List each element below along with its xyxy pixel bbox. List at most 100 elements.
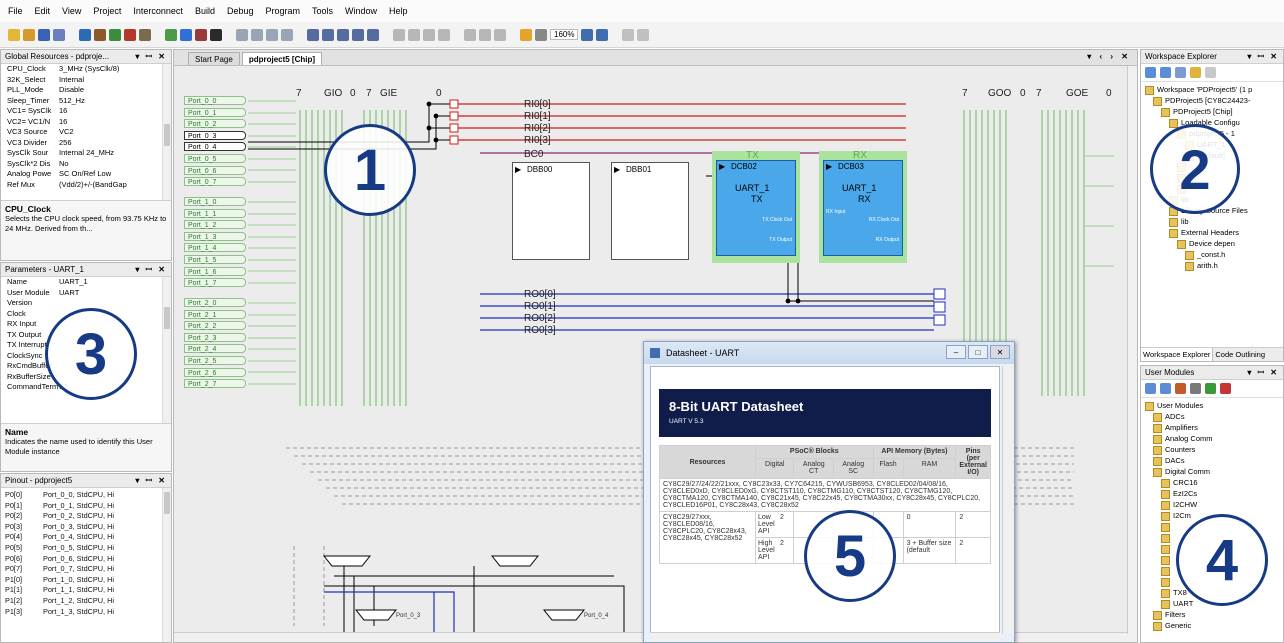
tree-item[interactable]: CRC16 [1145, 477, 1283, 488]
property-row[interactable]: CPU_Clock 3_MHz (SysClk/8) [1, 64, 171, 75]
port-label[interactable]: Port_2_5 [184, 356, 246, 365]
cut-icon[interactable] [79, 28, 91, 41]
pin-row[interactable]: P0[1] Port_0_1, StdCPU, Hi [1, 501, 171, 512]
property-row[interactable]: Analog Powe SC On/Ref Low [1, 169, 171, 180]
pin-row[interactable]: P1[0] Port_1_0, StdCPU, Hi [1, 575, 171, 586]
port-label[interactable]: Port_1_1 [184, 208, 246, 218]
port-label[interactable]: Port_1_3 [184, 231, 246, 241]
port-label[interactable]: Port_1_0 [184, 197, 246, 206]
comment-icon[interactable] [423, 28, 435, 41]
property-value[interactable]: 16 [59, 117, 171, 128]
tree-item[interactable]: PDProject5 [CY8C24423- [1145, 95, 1283, 106]
property-value[interactable]: 256 [59, 138, 171, 149]
minimize-icon[interactable]: – [946, 345, 966, 359]
tree-item[interactable]: lib [1145, 216, 1283, 227]
pin-row[interactable]: P0[4] Port_0_4, StdCPU, Hi [1, 532, 171, 543]
property-value[interactable]: 512_Hz [59, 96, 171, 107]
property-row[interactable]: User Module UART [1, 288, 171, 299]
menu-help[interactable]: Help [389, 6, 408, 16]
tree-item[interactable]: Filters [1145, 609, 1283, 620]
property-row[interactable]: Version [1, 298, 171, 309]
property-value[interactable]: (Vdd/2)+/-(BandGap [59, 180, 171, 191]
menu-window[interactable]: Window [345, 6, 377, 16]
halt-icon[interactable] [322, 28, 334, 41]
menu-view[interactable]: View [62, 6, 81, 16]
filter-icon[interactable] [1175, 383, 1186, 394]
panel-controls-icon[interactable]: ▾ ꟷ ✕ [1247, 51, 1279, 62]
port-label[interactable]: Port_1_7 [184, 278, 246, 288]
menu-file[interactable]: File [8, 6, 23, 16]
tree-item[interactable]: Workspace 'PDProject5' (1 p [1145, 84, 1283, 95]
bookmark-icon[interactable] [464, 28, 476, 41]
scrollbar[interactable] [162, 64, 171, 214]
port-label[interactable]: Port_2_1 [184, 309, 246, 319]
property-value[interactable]: 3_MHz (SysClk/8) [59, 64, 171, 75]
tree-item[interactable]: PDProject5 [Chip] [1145, 106, 1283, 117]
pin-row[interactable]: P1[2] Port_1_2, StdCPU, Hi [1, 596, 171, 607]
place-icon[interactable] [251, 28, 263, 41]
port-label[interactable]: Port_1_4 [184, 243, 246, 253]
property-row[interactable]: VC1= SysClk 16 [1, 106, 171, 117]
chip-view-icon[interactable] [520, 28, 532, 41]
pin-row[interactable]: P0[7] Port_0_7, StdCPU, Hi [1, 564, 171, 575]
place-icon[interactable] [1145, 383, 1156, 394]
port-label[interactable]: Port_2_7 [184, 379, 246, 389]
property-row[interactable]: Ref Mux (Vdd/2)+/-(BandGap [1, 180, 171, 191]
port-label[interactable]: Port_0_7 [184, 177, 246, 187]
port-label[interactable]: Port_0_0 [184, 96, 246, 105]
scrollbar[interactable] [162, 277, 171, 425]
menu-edit[interactable]: Edit [35, 6, 51, 16]
property-value[interactable]: Internal 24_MHz [59, 148, 171, 159]
property-value[interactable]: 16 [59, 106, 171, 117]
property-value[interactable] [59, 298, 171, 309]
port-label[interactable]: Port_0_1 [184, 107, 246, 117]
paste-icon[interactable] [109, 28, 121, 41]
replace-icon[interactable] [494, 28, 506, 41]
property-row[interactable]: SysClk Sour Internal 24_MHz [1, 148, 171, 159]
tree-item[interactable]: Device depen [1145, 238, 1283, 249]
pin-row[interactable]: P0[3] Port_0_3, StdCPU, Hi [1, 522, 171, 533]
port-label[interactable]: Port_0_4 [184, 142, 246, 152]
rotate-icon[interactable] [281, 28, 293, 41]
add-icon[interactable] [1160, 383, 1171, 394]
tab-start-page[interactable]: Start Page [188, 52, 240, 65]
menu-debug[interactable]: Debug [227, 6, 254, 16]
step-over-icon[interactable] [352, 28, 364, 41]
tree-item[interactable]: Loadable Configu [1145, 117, 1283, 128]
property-value[interactable]: No [59, 159, 171, 170]
panel-controls-icon[interactable]: ▾ ꟷ ✕ [1247, 367, 1279, 378]
sync-icon[interactable] [1160, 67, 1171, 78]
property-value[interactable]: Internal [59, 75, 171, 86]
help-icon[interactable] [637, 28, 650, 41]
properties-icon[interactable] [1175, 67, 1186, 78]
close-icon[interactable]: ✕ [990, 345, 1010, 359]
unplace-icon[interactable] [266, 28, 278, 41]
folder-icon[interactable] [1190, 67, 1201, 78]
panel-controls-icon[interactable]: ▾ ꟷ ✕ [135, 51, 167, 62]
tab-code-outlining[interactable]: Code Outlining [1213, 348, 1267, 361]
property-value[interactable]: SC On/Ref Low [59, 169, 171, 180]
delete-icon[interactable] [1205, 67, 1216, 78]
debug-icon[interactable] [210, 28, 222, 41]
tree-item[interactable]: DACs [1145, 455, 1283, 466]
program-icon[interactable] [195, 28, 207, 41]
tree-item[interactable]: Generic [1145, 620, 1283, 631]
menu-program[interactable]: Program [265, 6, 300, 16]
tree-item[interactable]: EzI2Cs [1145, 488, 1283, 499]
zoom-level[interactable]: 160% [550, 29, 579, 40]
tree-item[interactable]: Analog Comm [1145, 433, 1283, 444]
property-row[interactable]: VC3 Source VC2 [1, 127, 171, 138]
undo-icon[interactable] [124, 28, 136, 41]
tree-item[interactable]: Digital Comm [1145, 466, 1283, 477]
menu-interconnect[interactable]: Interconnect [133, 6, 183, 16]
property-row[interactable]: 32K_Select Internal [1, 75, 171, 86]
tree-item[interactable]: arith.h [1145, 260, 1283, 271]
tree-item[interactable]: ADCs [1145, 411, 1283, 422]
property-row[interactable]: PLL_Mode Disable [1, 85, 171, 96]
open-icon[interactable] [23, 28, 35, 41]
tab-controls-icon[interactable]: ▾ ‹ › ✕ [1087, 52, 1131, 61]
block-dbb01[interactable]: ▶ DBB01 [611, 162, 689, 260]
port-label[interactable]: Port_2_0 [184, 298, 246, 307]
property-row[interactable]: VC3 Divider 256 [1, 138, 171, 149]
port-label[interactable]: Port_1_5 [184, 255, 246, 264]
